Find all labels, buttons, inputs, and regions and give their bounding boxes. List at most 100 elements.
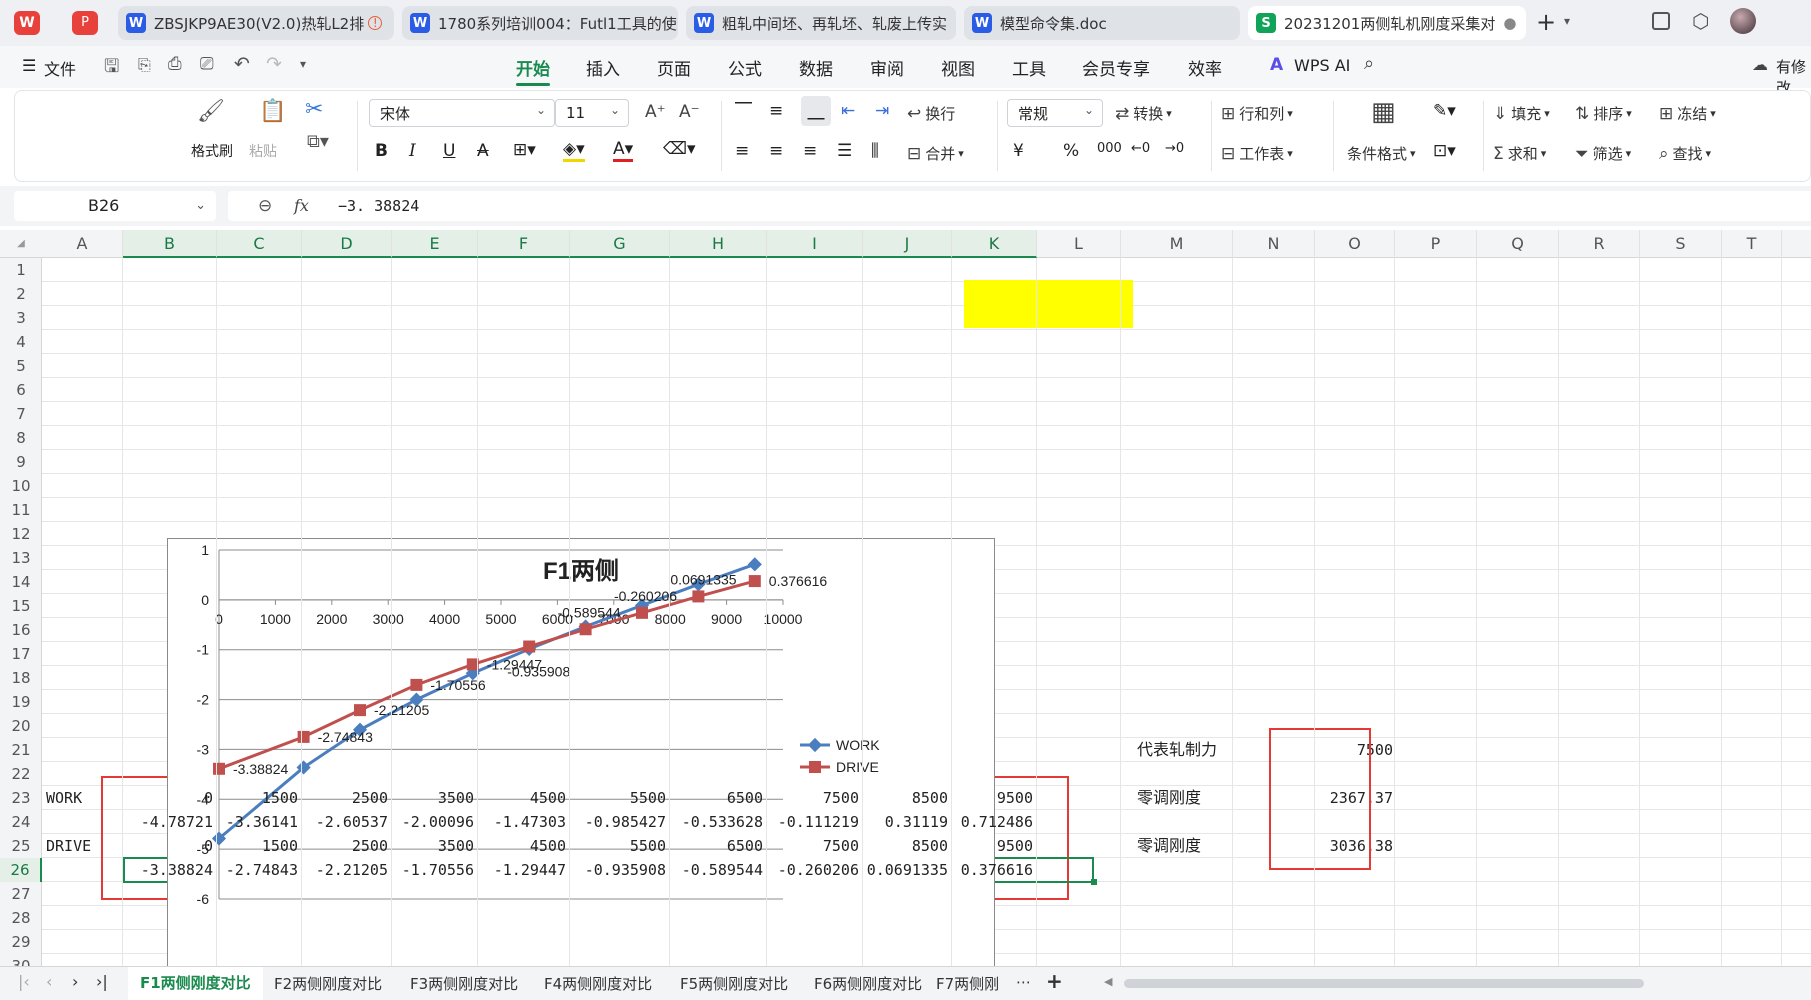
sum-button[interactable]: Σ 求和 ▾ bbox=[1493, 143, 1546, 164]
cell-K23[interactable]: 9500 bbox=[952, 786, 1037, 810]
indent-increase-icon[interactable]: ⇥ bbox=[875, 101, 889, 121]
row-header-8[interactable]: 8 bbox=[0, 426, 42, 450]
save-icon[interactable]: 🖫 bbox=[104, 54, 119, 84]
sheet-tab-f2[interactable]: F2两侧刚度对比 bbox=[274, 973, 382, 994]
column-header-L[interactable]: L bbox=[1037, 230, 1121, 258]
menu-tab-review[interactable]: 审阅 bbox=[870, 55, 904, 80]
worksheet-grid[interactable]: WORK DRIVE 代表轧制力 7500 零调刚度 2367.37 零调刚度 … bbox=[42, 258, 1811, 966]
align-top-icon[interactable]: ⎺ bbox=[735, 101, 752, 121]
conditional-format-icon[interactable]: ▦ bbox=[1371, 97, 1396, 127]
menu-tab-home[interactable]: 开始 bbox=[516, 55, 550, 86]
filter-button[interactable]: ⏷ 筛选 ▾ bbox=[1575, 143, 1631, 164]
percent-button[interactable]: % bbox=[1063, 141, 1079, 161]
format-painter-icon[interactable]: 🖌 bbox=[197, 99, 225, 124]
formula-input[interactable]: ⊖ fx −3. 38824 bbox=[228, 191, 1811, 221]
number-format-select[interactable]: 常规 ⌄ bbox=[1007, 99, 1103, 127]
column-header-T[interactable]: T bbox=[1722, 230, 1782, 258]
cell-D26[interactable]: -2.21205 bbox=[302, 858, 392, 882]
column-header-N[interactable]: N bbox=[1233, 230, 1315, 258]
copy-icon[interactable]: ⧉▾ bbox=[307, 131, 329, 152]
cell-B23[interactable]: 0 bbox=[123, 786, 217, 810]
column-header-G[interactable]: G bbox=[570, 230, 670, 258]
cell-M21[interactable]: 代表轧制力 bbox=[1137, 738, 1287, 762]
redo-icon[interactable]: ↷ bbox=[266, 53, 282, 75]
cell-J25[interactable]: 8500 bbox=[863, 834, 952, 858]
row-header-14[interactable]: 14 bbox=[0, 570, 42, 594]
column-header-Q[interactable]: Q bbox=[1477, 230, 1559, 258]
select-all-corner[interactable]: ◢ bbox=[0, 230, 42, 258]
style-icon[interactable]: ✎▾ bbox=[1433, 101, 1456, 121]
row-header-6[interactable]: 6 bbox=[0, 378, 42, 402]
doc-tab-3[interactable]: W 粗轧中间坯、再轧坯、轧废上传实 bbox=[686, 6, 956, 40]
paste-icon[interactable]: 📋 bbox=[259, 99, 286, 124]
align-bottom-icon[interactable]: ⎽ bbox=[801, 96, 831, 126]
align-middle-icon[interactable]: ≡ bbox=[769, 101, 783, 121]
name-box[interactable]: B26 ⌄ bbox=[14, 191, 216, 221]
menu-tab-page[interactable]: 页面 bbox=[657, 55, 691, 80]
hamburger-icon[interactable]: ☰ bbox=[22, 56, 36, 75]
strikethrough-icon[interactable]: A bbox=[477, 141, 489, 161]
cell-J26[interactable]: 0.0691335 bbox=[863, 858, 952, 882]
row-header-16[interactable]: 16 bbox=[0, 618, 42, 642]
cell-C25[interactable]: 1500 bbox=[217, 834, 302, 858]
row-header-18[interactable]: 18 bbox=[0, 666, 42, 690]
menu-tab-data[interactable]: 数据 bbox=[799, 55, 833, 80]
quick-access-chevron-icon[interactable]: ▾ bbox=[300, 57, 306, 71]
file-menu[interactable]: 文件 bbox=[44, 56, 76, 80]
row-header-26[interactable]: 26 bbox=[0, 858, 42, 882]
sidebar-toggle-icon[interactable] bbox=[1652, 12, 1670, 30]
sheet-tab-f6[interactable]: F6两侧刚度对比 bbox=[814, 973, 922, 994]
next-sheet-icon[interactable]: › bbox=[72, 972, 78, 991]
align-left-icon[interactable]: ≡ bbox=[735, 141, 749, 161]
cell-G25[interactable]: 5500 bbox=[570, 834, 670, 858]
cell-D25[interactable]: 2500 bbox=[302, 834, 392, 858]
wps-ai-icon[interactable]: A bbox=[1270, 55, 1283, 75]
format-painter-button[interactable]: 格式刷 bbox=[191, 141, 233, 161]
row-header-23[interactable]: 23 bbox=[0, 786, 42, 810]
menu-tab-tools[interactable]: 工具 bbox=[1012, 55, 1046, 80]
cell-J23[interactable]: 8500 bbox=[863, 786, 952, 810]
menu-tab-insert[interactable]: 插入 bbox=[586, 55, 620, 80]
cell-K24[interactable]: 0.712486 bbox=[952, 810, 1037, 834]
cloud-icon[interactable]: ☁ bbox=[1752, 55, 1768, 74]
cell-E23[interactable]: 3500 bbox=[392, 786, 478, 810]
column-header-B[interactable]: B bbox=[123, 230, 217, 258]
cell-G26[interactable]: -0.935908 bbox=[570, 858, 670, 882]
column-header-K[interactable]: K bbox=[952, 230, 1037, 258]
fill-color-icon[interactable]: ◈▾ bbox=[563, 139, 585, 162]
cell-B25[interactable]: 0 bbox=[123, 834, 217, 858]
column-header-F[interactable]: F bbox=[478, 230, 570, 258]
column-header-A[interactable]: A bbox=[42, 230, 123, 258]
column-header-O[interactable]: O bbox=[1315, 230, 1395, 258]
paste-button[interactable]: 粘贴 bbox=[249, 141, 277, 161]
cell-I23[interactable]: 7500 bbox=[767, 786, 863, 810]
search-icon[interactable]: ⌕ bbox=[1364, 53, 1374, 74]
cell-E26[interactable]: -1.70556 bbox=[392, 858, 478, 882]
row-header-4[interactable]: 4 bbox=[0, 330, 42, 354]
print-icon[interactable]: ⎙ bbox=[168, 54, 182, 74]
fill-handle[interactable] bbox=[1091, 879, 1097, 885]
row-header-3[interactable]: 3 bbox=[0, 306, 42, 330]
tab-list-chevron-icon[interactable]: ▾ bbox=[1564, 14, 1570, 28]
column-header-M[interactable]: M bbox=[1121, 230, 1233, 258]
cell-H25[interactable]: 6500 bbox=[670, 834, 767, 858]
cell-M23[interactable]: 零调刚度 bbox=[1137, 786, 1287, 810]
doc-tab-1[interactable]: W ZBSJKP9AE30(V2.0)热轧L2排 ! bbox=[118, 6, 394, 40]
crop-icon[interactable]: ⊡▾ bbox=[1433, 141, 1456, 161]
cube-icon[interactable]: ⬡ bbox=[1692, 9, 1709, 33]
cell-B24[interactable]: -4.78721 bbox=[123, 810, 217, 834]
add-sheet-icon[interactable]: + bbox=[1046, 969, 1063, 993]
row-header-7[interactable]: 7 bbox=[0, 402, 42, 426]
row-header-9[interactable]: 9 bbox=[0, 450, 42, 474]
cell-H26[interactable]: -0.589544 bbox=[670, 858, 767, 882]
merge-button[interactable]: ⊟ 合并 ▾ bbox=[907, 143, 964, 164]
cell-C23[interactable]: 1500 bbox=[217, 786, 302, 810]
row-header-17[interactable]: 17 bbox=[0, 642, 42, 666]
row-header-2[interactable]: 2 bbox=[0, 282, 42, 306]
chart-f1[interactable]: F1两侧 1 0 -1 -2 -3 -4 -5 -6 0 1000 2000 3000 4000 5000… bbox=[167, 538, 995, 966]
cell-F25[interactable]: 4500 bbox=[478, 834, 570, 858]
row-col-button[interactable]: ⊞ 行和列 ▾ bbox=[1221, 103, 1293, 124]
row-header-10[interactable]: 10 bbox=[0, 474, 42, 498]
row-header-11[interactable]: 11 bbox=[0, 498, 42, 522]
row-header-1[interactable]: 1 bbox=[0, 258, 42, 282]
